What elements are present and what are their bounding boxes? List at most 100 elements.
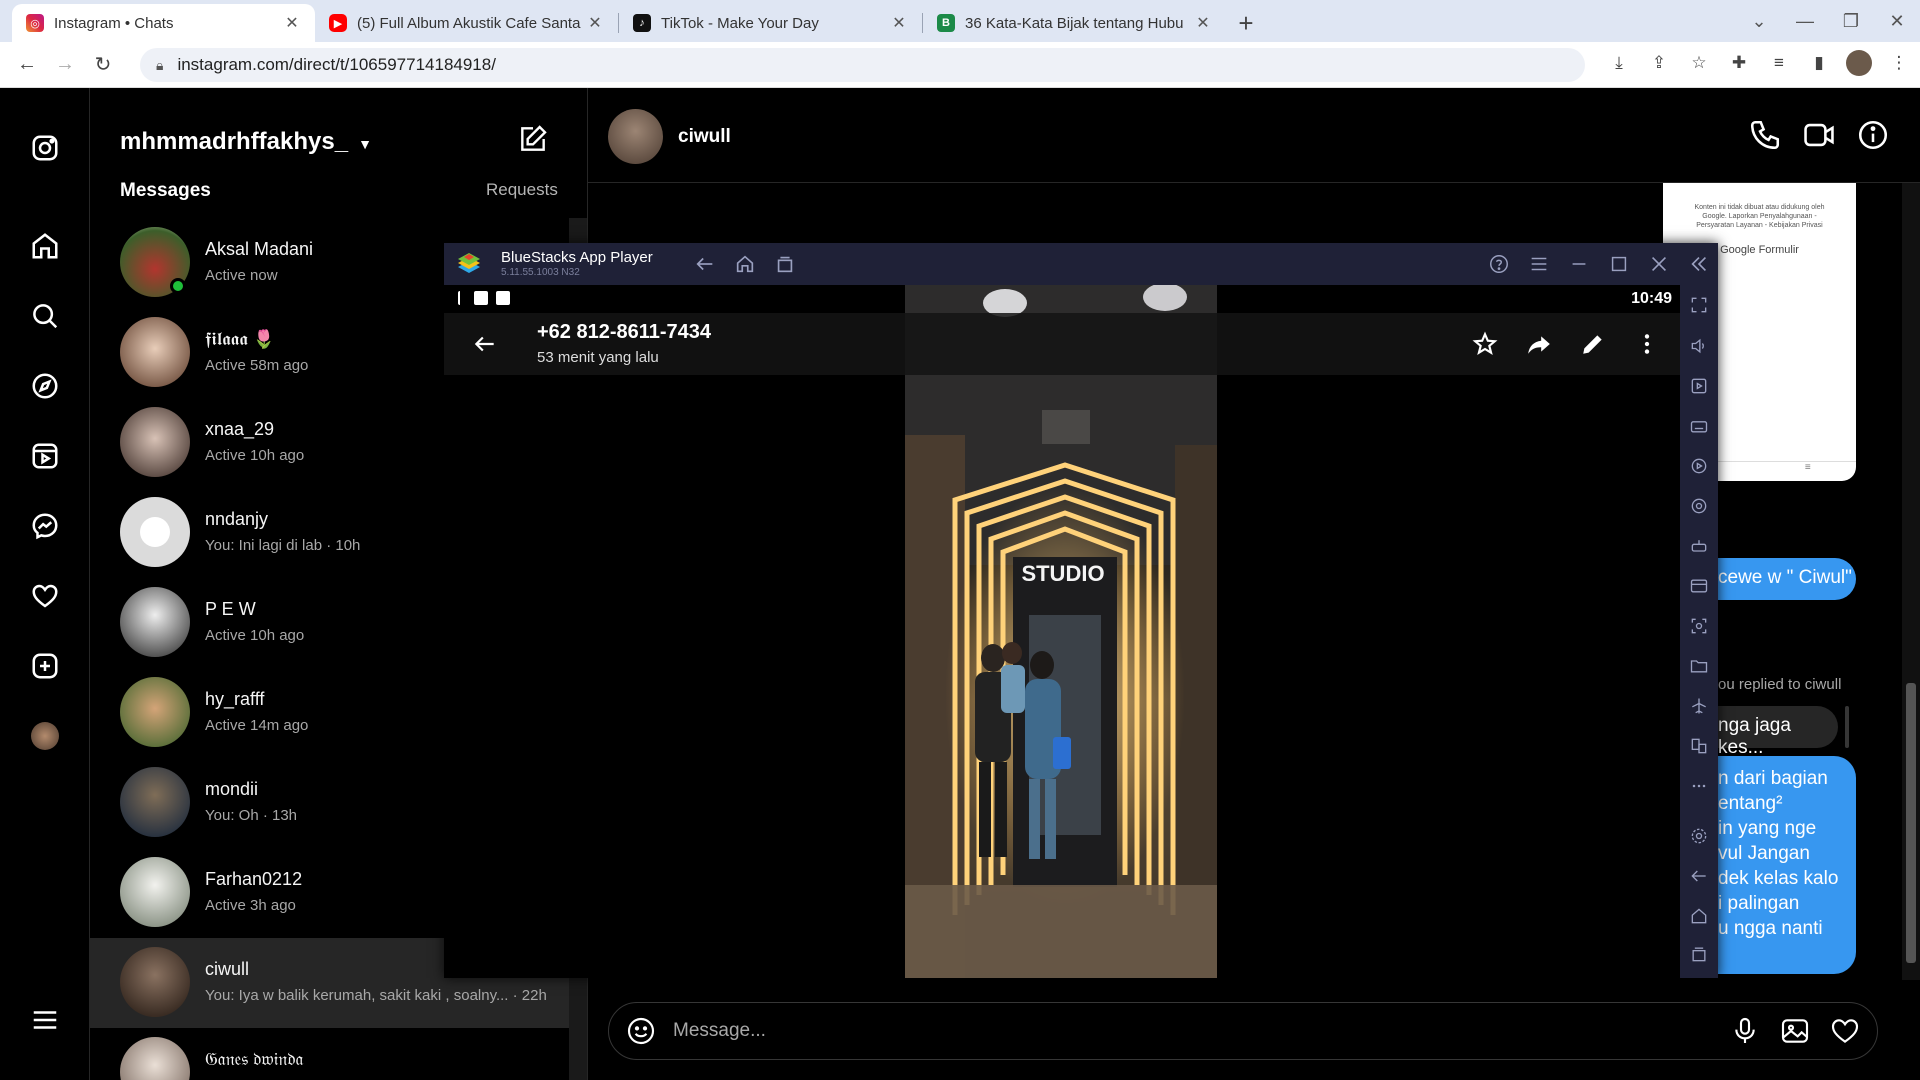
minimize-window-button[interactable]: — xyxy=(1782,11,1828,32)
share-icon[interactable]: ⇪ xyxy=(1646,53,1672,73)
chat-list-item[interactable]: 𝔊𝔞𝔫𝔢𝔰 𝔡𝔴𝔦𝔫𝔡𝔞 xyxy=(90,1028,570,1080)
recent-apps-icon[interactable] xyxy=(774,253,796,275)
kebab-menu-icon[interactable]: ⋮ xyxy=(1886,53,1912,73)
account-switcher[interactable]: mhmmadrhffakhys_ ▼ xyxy=(120,128,372,156)
explore-compass-icon[interactable] xyxy=(27,368,63,404)
message-input[interactable]: Message... xyxy=(673,1020,1729,1042)
emoji-icon[interactable] xyxy=(625,1015,657,1047)
conversation-scrollbar[interactable] xyxy=(1902,183,1920,980)
photo-viewer-image[interactable]: STUDIO xyxy=(905,285,1217,978)
requests-link[interactable]: Requests xyxy=(486,180,558,200)
chat-name: Aksal Madani xyxy=(205,239,314,259)
reels-icon[interactable] xyxy=(27,438,63,474)
tab-tiktok[interactable]: ♪ TikTok - Make Your Day ✕ xyxy=(619,4,922,42)
tab-instagram[interactable]: ◎ Instagram • Chats ✕ xyxy=(12,4,315,42)
phone-call-icon[interactable] xyxy=(1748,118,1782,152)
instagram-logo-icon[interactable] xyxy=(27,130,63,166)
back-arrow-icon[interactable] xyxy=(694,253,716,275)
bookmark-star-icon[interactable]: ☆ xyxy=(1686,53,1712,73)
avatar xyxy=(120,497,190,567)
collapse-sidebar-icon[interactable] xyxy=(1688,253,1710,275)
close-tab-icon[interactable]: ✕ xyxy=(586,13,604,33)
tab-youtube[interactable]: ▶ (5) Full Album Akustik Cafe Santa ✕ xyxy=(315,4,618,42)
restore-window-button[interactable]: ❐ xyxy=(1828,11,1874,32)
android-home-icon[interactable] xyxy=(1689,906,1709,926)
youtube-favicon-icon: ▶ xyxy=(329,14,347,32)
scrollbar-thumb[interactable] xyxy=(1906,683,1916,963)
fullscreen-icon[interactable] xyxy=(1689,295,1709,315)
tab-search-icon[interactable]: ⌄ xyxy=(1736,11,1782,32)
url-input[interactable]: 🔒︎ instagram.com/direct/t/10659771418491… xyxy=(140,48,1585,82)
media-player-icon[interactable] xyxy=(1689,376,1709,396)
android-screen[interactable]: STUDIO 10:49 +62 812-8611-7434 53 menit … xyxy=(444,285,1680,978)
video-call-icon[interactable] xyxy=(1802,118,1836,152)
conversation-header: ciwull xyxy=(588,88,1920,183)
hamburger-menu-icon[interactable] xyxy=(1528,253,1550,275)
help-icon[interactable] xyxy=(1488,253,1510,275)
back-arrow-icon[interactable] xyxy=(472,331,498,357)
minimize-icon[interactable] xyxy=(1568,253,1590,275)
more-options-icon[interactable] xyxy=(1634,331,1660,357)
search-icon[interactable] xyxy=(27,298,63,334)
notifications-heart-icon[interactable] xyxy=(27,578,63,614)
chat-name: mondii xyxy=(205,779,259,799)
messenger-icon[interactable] xyxy=(27,508,63,544)
install-app-icon[interactable]: ⤓ xyxy=(1606,53,1632,73)
bluestacks-titlebar[interactable]: BlueStacks App Player 5.11.55.1003 N32 xyxy=(444,243,1718,285)
rotate-icon[interactable] xyxy=(1689,496,1709,516)
microphone-icon[interactable] xyxy=(1729,1015,1761,1047)
extensions-puzzle-icon[interactable]: ✚ xyxy=(1726,53,1752,73)
create-plus-icon[interactable] xyxy=(27,648,63,684)
profile-avatar[interactable] xyxy=(27,718,63,754)
maximize-icon[interactable] xyxy=(1608,253,1630,275)
reload-icon[interactable]: ↻ xyxy=(84,52,122,77)
side-panel-icon[interactable]: ▮ xyxy=(1806,53,1832,73)
home-icon[interactable] xyxy=(27,228,63,264)
volume-icon[interactable] xyxy=(1689,336,1709,356)
avatar xyxy=(120,317,190,387)
keyboard-icon[interactable] xyxy=(1689,416,1709,436)
install-apk-icon[interactable] xyxy=(1689,576,1709,596)
airplane-mode-icon[interactable] xyxy=(1689,696,1709,716)
tab-title: (5) Full Album Akustik Cafe Santa xyxy=(357,14,581,32)
tab-article[interactable]: B 36 Kata-Kata Bijak tentang Hubu ✕ xyxy=(923,4,1226,42)
avatar[interactable] xyxy=(608,109,663,164)
new-tab-button[interactable]: + xyxy=(1226,4,1266,42)
folder-icon[interactable] xyxy=(1689,656,1709,676)
close-tab-icon[interactable]: ✕ xyxy=(1194,13,1212,33)
settings-gear-icon[interactable] xyxy=(1689,826,1709,846)
message-bubble-sent[interactable]: n dari bagian entang² in yang nge vul Ja… xyxy=(1718,756,1856,974)
conversation-name[interactable]: ciwull xyxy=(678,126,731,148)
back-arrow-icon[interactable]: ← xyxy=(8,53,46,76)
conversation-info-icon[interactable] xyxy=(1856,118,1890,152)
close-tab-icon[interactable]: ✕ xyxy=(890,13,908,33)
multi-instance-icon[interactable] xyxy=(1689,736,1709,756)
android-recents-icon[interactable] xyxy=(1689,944,1709,964)
bluestacks-window[interactable]: BlueStacks App Player 5.11.55.1003 N32 S… xyxy=(444,243,1718,978)
media-control-icon[interactable]: ≡ xyxy=(1766,53,1792,73)
edit-pencil-icon[interactable] xyxy=(1580,331,1606,357)
star-icon[interactable] xyxy=(1472,331,1498,357)
close-icon[interactable] xyxy=(1648,253,1670,275)
lock-icon[interactable]: 🔒︎ xyxy=(156,57,163,74)
screenshot-icon[interactable] xyxy=(1689,616,1709,636)
android-back-icon[interactable] xyxy=(1689,866,1709,886)
more-dots-icon[interactable] xyxy=(1689,776,1709,796)
close-window-button[interactable]: ✕ xyxy=(1874,11,1920,32)
account-username: mhmmadrhffakhys_ xyxy=(120,128,349,155)
forward-share-icon[interactable] xyxy=(1526,331,1552,357)
macro-replay-icon[interactable] xyxy=(1689,456,1709,476)
new-message-icon[interactable] xyxy=(517,123,549,155)
image-upload-icon[interactable] xyxy=(1779,1015,1811,1047)
like-heart-icon[interactable] xyxy=(1829,1015,1861,1047)
message-composer[interactable]: Message... xyxy=(608,1002,1878,1060)
game-controls-icon[interactable] xyxy=(1689,536,1709,556)
reply-quote-bubble[interactable]: nga jaga kes... xyxy=(1718,706,1838,758)
more-menu-icon[interactable] xyxy=(27,1002,63,1038)
forward-arrow-icon[interactable]: → xyxy=(46,53,84,76)
chat-name: nndanjy xyxy=(205,509,269,529)
message-bubble-sent[interactable]: cewe w " Ciwul" xyxy=(1716,558,1856,600)
home-icon[interactable] xyxy=(734,253,756,275)
close-tab-icon[interactable]: ✕ xyxy=(283,13,301,33)
profile-avatar[interactable] xyxy=(1846,50,1872,76)
